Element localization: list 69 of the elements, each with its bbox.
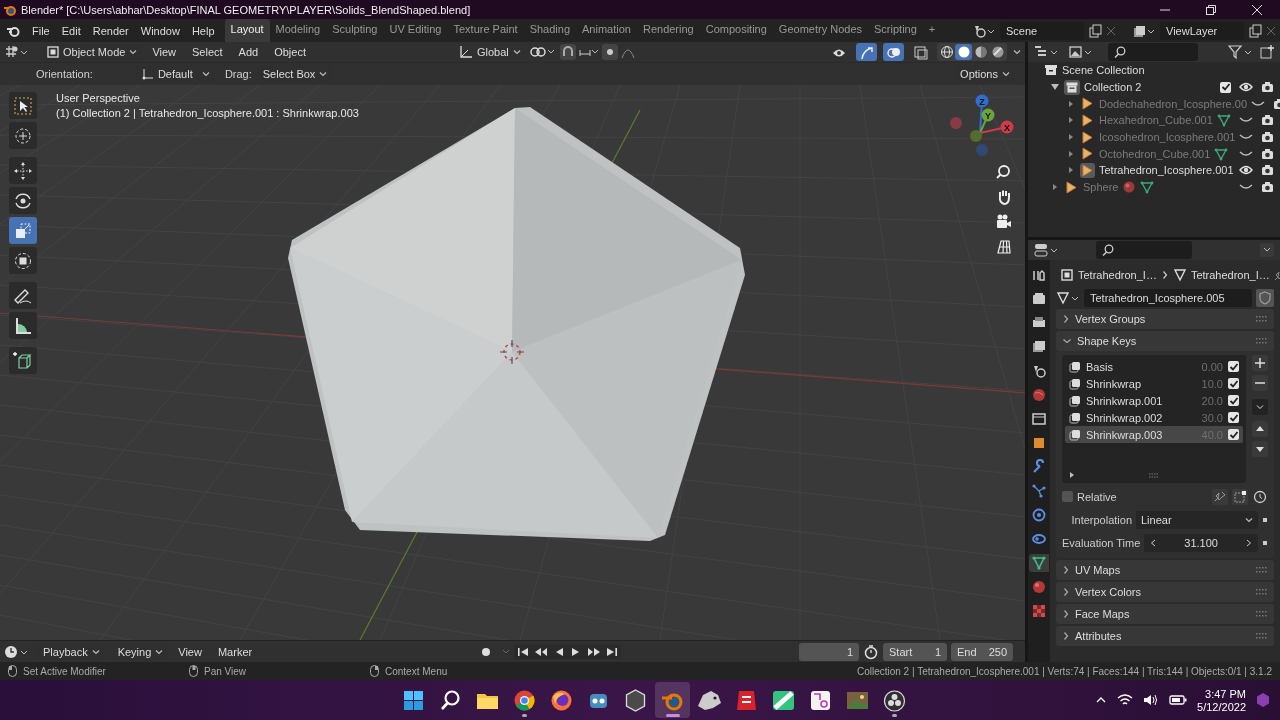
status-hint: Context Menu xyxy=(385,665,449,677)
interpolation-dropdown[interactable]: Linear xyxy=(1136,510,1258,529)
clock-date[interactable]: 5/12/2022 xyxy=(1197,700,1246,713)
outliner-item[interactable]: Hexahedron_Cube.001 xyxy=(1099,114,1213,127)
menu-item[interactable]: Marker xyxy=(211,643,259,660)
outliner-item[interactable]: Sphere xyxy=(1083,181,1119,194)
shape-key-row[interactable]: Shrinkwrap.001 20.0 xyxy=(1065,392,1243,409)
menu-item[interactable]: View xyxy=(172,643,208,660)
workspace-tab[interactable]: Modeling xyxy=(269,19,327,42)
outliner-item[interactable]: Collection 2 xyxy=(1084,81,1142,94)
status-hint: Pan View xyxy=(204,665,248,677)
mesh-name-field[interactable]: Tetrahedron_Icosphere.005 xyxy=(1084,288,1252,307)
orientation-dropdown[interactable]: Global xyxy=(454,43,526,61)
panel-header[interactable]: UV Maps xyxy=(1056,560,1274,580)
evaluation-time-label: Evaluation Time xyxy=(1062,536,1141,549)
evaluation-time-field[interactable]: 31.100 xyxy=(1144,533,1258,552)
window-title: Blender* [C:\Users\abhar\Desktop\FINAL GEOMETRY\PLAYER\Solids_BlendShaped.blend] xyxy=(21,3,471,16)
workspace-tab[interactable]: UV Editing xyxy=(383,19,448,42)
menu-item[interactable]: Window xyxy=(134,21,186,40)
outliner-item[interactable]: Icosohedron_Icosphere.001 xyxy=(1099,131,1236,144)
menu-item[interactable]: Add xyxy=(232,44,265,60)
menu-item[interactable]: Render xyxy=(86,21,135,40)
workspace-tab[interactable]: Texture Paint xyxy=(447,19,524,42)
scene-field[interactable]: Scene xyxy=(1000,21,1084,40)
add-workspace-button[interactable]: + xyxy=(922,19,942,42)
shape-key-row[interactable]: Shrinkwrap.002 30.0 xyxy=(1065,409,1243,426)
axis-label: X xyxy=(1004,122,1010,133)
axis-label: Z xyxy=(979,96,985,107)
outliner-item[interactable]: Dodechahedron_Icosphere.00 xyxy=(1099,97,1247,110)
workspace-tab[interactable]: Animation xyxy=(576,19,637,42)
outliner-item[interactable]: Tetrahedron_Icosphere.001 xyxy=(1099,164,1234,177)
menu-item[interactable]: Help xyxy=(185,21,221,40)
scene-statistics: Collection 2 | Tetrahedron_Icosphere.001 | Verts:74 | Faces:144 | Tris:144 | Objects:0/1 | 3.1.2 xyxy=(856,665,1272,677)
outliner-item[interactable]: Scene Collection xyxy=(1062,64,1145,77)
orientation-label: Orientation: xyxy=(36,68,93,80)
view-info: (1) Collection 2 | Tetrahedron_Icosphere.001 : Shrinkwrap.003 xyxy=(56,107,359,119)
status-hint: Set Active Modifier xyxy=(23,665,107,677)
breadcrumb-item[interactable]: Tetrahedron_I… xyxy=(1078,269,1157,281)
panel-header[interactable]: Vertex Groups xyxy=(1056,309,1274,329)
view-layer-field[interactable]: ViewLayer xyxy=(1160,21,1244,40)
outliner-item[interactable]: Octohedron_Cube.001 xyxy=(1099,147,1211,160)
workspace-tab[interactable]: Sculpting xyxy=(326,19,384,42)
panel-header[interactable]: Face Maps xyxy=(1056,604,1274,624)
panel-header[interactable]: Attributes xyxy=(1056,626,1274,646)
workspace-tab[interactable]: Shading xyxy=(523,19,577,42)
menu-item[interactable]: File xyxy=(26,21,56,40)
interpolation-label: Interpolation xyxy=(1070,513,1132,526)
menu-item[interactable]: Object xyxy=(268,44,312,60)
relative-label: Relative xyxy=(1077,490,1117,503)
start-frame-field[interactable]: Start 1 xyxy=(883,642,947,661)
menu-item[interactable]: Edit xyxy=(55,21,87,40)
panel-header[interactable]: Shape Keys xyxy=(1056,331,1274,351)
shape-key-row[interactable]: Basis 0.00 xyxy=(1065,358,1243,375)
workspace-tab[interactable]: Rendering xyxy=(636,19,700,42)
workspace-tab[interactable]: Geometry Nodes xyxy=(772,19,868,42)
workspace-tab[interactable]: Scripting xyxy=(868,19,923,42)
drag-label: Drag: xyxy=(224,68,252,80)
end-frame-field[interactable]: End 250 xyxy=(951,642,1013,661)
clock-time[interactable]: 3:47 PM xyxy=(1205,687,1246,700)
shape-key-row[interactable]: Shrinkwrap 10.0 xyxy=(1065,375,1243,392)
breadcrumb-item[interactable]: Tetrahedron_I… xyxy=(1190,269,1270,281)
menu-item[interactable]: Select xyxy=(186,44,229,60)
menu-item[interactable]: View xyxy=(146,44,183,60)
panel-header[interactable]: Vertex Colors xyxy=(1056,582,1274,602)
workspace-tab[interactable]: Layout xyxy=(224,19,270,42)
workspace-tab[interactable]: Compositing xyxy=(699,19,773,42)
view-title: User Perspective xyxy=(56,92,141,104)
axis-label: Y xyxy=(985,110,991,121)
current-frame-field[interactable]: 1 xyxy=(799,642,859,661)
